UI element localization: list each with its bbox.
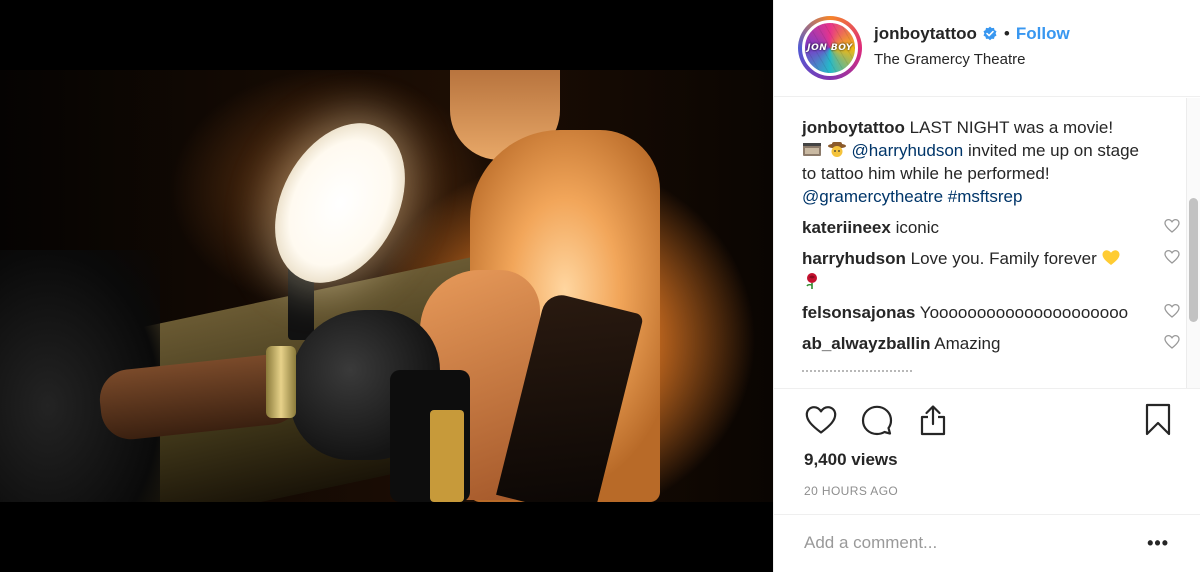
comment-item: harryhudson Love you. Family forever	[802, 247, 1180, 293]
post-media[interactable]	[0, 0, 773, 572]
post-actions: 9,400 views 20 HOURS AGO	[774, 388, 1200, 528]
heart-outline-icon[interactable]	[1164, 218, 1180, 234]
heart-outline-icon[interactable]	[1164, 303, 1180, 319]
heart-outline-icon[interactable]	[1164, 334, 1180, 350]
avatar-logo-text: JON BOY	[807, 43, 853, 53]
cowboy-emoji-icon	[827, 142, 846, 157]
caption: jonboytattoo LAST NIGHT was a movie! @ha…	[802, 116, 1152, 208]
post-sidebar: JON BOY jonboytattoo • Follow The Gramer…	[773, 0, 1200, 572]
comment-text: Amazing	[930, 334, 1001, 353]
share-button[interactable]	[916, 403, 950, 437]
hashtag-link[interactable]: #msftsrep	[948, 187, 1023, 206]
comment-text: Yooooooooooooooooooooo	[915, 303, 1129, 322]
header-separator: •	[1003, 23, 1010, 43]
comment-item: kateriineex iconic	[802, 216, 1180, 239]
comment-button[interactable]	[860, 403, 894, 437]
heart-icon	[805, 406, 837, 434]
post-view: JON BOY jonboytattoo • Follow The Gramer…	[0, 0, 1200, 572]
comment-input[interactable]	[804, 531, 1124, 555]
rose-emoji-icon	[806, 273, 817, 289]
scrollbar-thumb[interactable]	[1189, 198, 1198, 322]
wrist-watch	[266, 346, 296, 418]
avatar[interactable]: JON BOY	[798, 16, 862, 80]
comment-author[interactable]: felsonsajonas	[802, 303, 915, 322]
caption-text-1: LAST NIGHT was a movie!	[904, 118, 1114, 137]
comments-list[interactable]: jonboytattoo LAST NIGHT was a movie! @ha…	[774, 98, 1200, 388]
avatar-image: JON BOY	[802, 20, 858, 76]
comment-author[interactable]: harryhudson	[802, 249, 906, 268]
tattoo-machine-grip	[430, 410, 464, 502]
heart-outline-icon[interactable]	[1164, 249, 1180, 265]
comment-author[interactable]: kateriineex	[802, 218, 891, 237]
like-button[interactable]	[804, 403, 838, 437]
comment-item: felsonsajonas Yooooooooooooooooooooo	[802, 301, 1180, 324]
save-button[interactable]	[1141, 403, 1175, 437]
share-icon	[920, 405, 946, 436]
bookmark-icon	[1145, 403, 1171, 436]
mention-harryhudson[interactable]: @harryhudson	[851, 141, 963, 160]
add-comment-bar: •••	[774, 514, 1200, 572]
username-link[interactable]: jonboytattoo	[874, 24, 977, 44]
film-reel-emoji-icon	[803, 143, 821, 156]
view-count[interactable]: 9,400 views	[804, 450, 898, 470]
post-timestamp[interactable]: 20 HOURS AGO	[804, 484, 898, 498]
action-icon-row	[804, 403, 972, 437]
comment-text: iconic	[890, 218, 940, 237]
comment-author[interactable]: ab_alwayzballin	[802, 334, 931, 353]
video-frame[interactable]	[0, 70, 773, 502]
caption-author[interactable]: jonboytattoo	[802, 118, 905, 137]
location-link[interactable]: The Gramercy Theatre	[874, 51, 1070, 68]
mention-gramercytheatre[interactable]: @gramercytheatre	[802, 187, 943, 206]
verified-badge-icon	[983, 26, 997, 40]
more-options-button[interactable]: •••	[1147, 533, 1169, 554]
yellow-heart-emoji-icon	[1102, 250, 1120, 265]
comments-scrollbar[interactable]	[1186, 98, 1200, 388]
post-header: JON BOY jonboytattoo • Follow The Gramer…	[774, 0, 1200, 97]
cut-off-comment	[802, 361, 1177, 372]
comment-item: ab_alwayzballin Amazing	[802, 332, 1180, 355]
comment-text: Love you. Family forever	[905, 249, 1102, 268]
comment-bubble-icon	[861, 405, 893, 436]
header-info: jonboytattoo • Follow The Gramercy Theat…	[874, 23, 1070, 68]
header-top-row: jonboytattoo • Follow	[874, 23, 1070, 45]
follow-button[interactable]: Follow	[1016, 24, 1070, 44]
